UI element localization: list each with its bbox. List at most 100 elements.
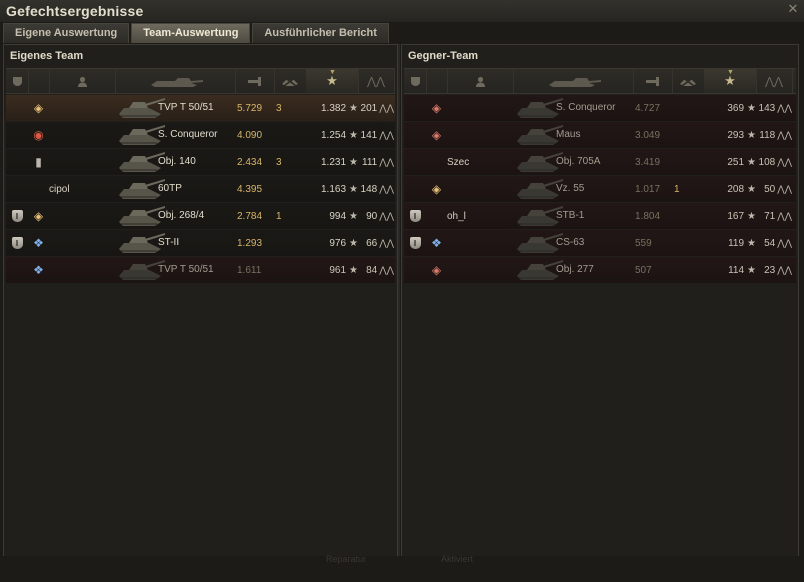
own-damage-column-icon[interactable] — [235, 69, 275, 93]
frags-value — [274, 257, 308, 283]
tank-cell: S. Conqueror — [513, 95, 633, 121]
damage-value: 4.090 — [237, 129, 263, 141]
own-points-column-laurel-icon[interactable]: ⋀⋀ — [358, 69, 395, 93]
enemy-platoon-column-icon[interactable] — [404, 69, 427, 93]
xp-value: 976 — [329, 237, 347, 249]
star-icon: ★ — [349, 129, 358, 141]
points-value: 71 — [764, 210, 776, 222]
enemy-xp-column-star-icon[interactable]: ★ ▼ — [704, 69, 757, 93]
frags-value: 3 — [276, 102, 282, 114]
laurel-icon: ⋀⋀ — [379, 102, 394, 113]
rank-cell: ◈ — [426, 95, 447, 121]
tank-cell: S. Conqueror — [115, 122, 235, 148]
player-name[interactable]: Szec — [447, 149, 513, 175]
player-name[interactable] — [49, 149, 115, 175]
platoon-shield-icon: I — [11, 210, 23, 222]
table-row[interactable]: ▮ Obj. 140 2.434 3 1.231 ★ 111 ⋀⋀ — [6, 149, 395, 175]
table-row[interactable]: ◈ Vz. 55 1.017 1 208 ★ 50 ⋀⋀ — [404, 176, 796, 202]
tank-cell: Maus — [513, 122, 633, 148]
rank-cell: ❖ — [28, 230, 49, 256]
points-cell: 111 ⋀⋀ — [358, 149, 394, 175]
xp-value: 114 — [728, 264, 745, 276]
player-name[interactable]: cipol — [49, 176, 115, 202]
points-cell: 66 ⋀⋀ — [358, 230, 394, 256]
own-destroyed-column-icon[interactable] — [274, 69, 307, 93]
player-name[interactable] — [49, 95, 115, 121]
tab-team-auswertung[interactable]: Team-Auswertung — [131, 23, 251, 43]
xp-value: 208 — [727, 183, 745, 195]
tank-name: Maus — [556, 129, 581, 140]
own-player-column-icon[interactable] — [49, 69, 116, 93]
player-name[interactable] — [447, 122, 513, 148]
own-rank-column-header[interactable] — [28, 69, 50, 93]
enemy-points-column-laurel-icon[interactable]: ⋀⋀ — [756, 69, 793, 93]
damage-value: 1.804 — [635, 210, 661, 222]
xp-cell: 208 ★ — [704, 176, 756, 202]
table-row[interactable]: ◈ TVP T 50/51 5.729 3 1.382 ★ 201 ⋀⋀ — [6, 95, 395, 121]
xp-value: 1.382 — [321, 102, 347, 114]
player-name[interactable] — [447, 230, 513, 256]
table-row[interactable]: I ❖ CS-63 559 119 ★ 54 ⋀⋀ — [404, 230, 796, 256]
player-name[interactable] — [447, 95, 513, 121]
laurel-icon: ⋀⋀ — [379, 264, 394, 275]
table-row[interactable]: ◈ Obj. 277 507 114 ★ 23 ⋀⋀ — [404, 257, 796, 283]
laurel-icon: ⋀⋀ — [777, 102, 792, 113]
frags-value — [672, 149, 706, 175]
frags-value — [274, 122, 308, 148]
own-platoon-column-icon[interactable] — [6, 69, 29, 93]
table-row[interactable]: ◉ S. Conqueror 4.090 1.254 ★ 141 ⋀⋀ — [6, 122, 395, 148]
table-row[interactable]: ◈ Maus 3.049 293 ★ 118 ⋀⋀ — [404, 122, 796, 148]
own-xp-column-star-icon[interactable]: ★ ▼ — [306, 69, 359, 93]
enemy-destroyed-column-icon[interactable] — [672, 69, 705, 93]
table-row[interactable]: ❖ TVP T 50/51 1.611 961 ★ 84 ⋀⋀ — [6, 257, 395, 283]
close-icon[interactable]: ✕ — [786, 2, 800, 16]
xp-cell: 167 ★ — [704, 203, 756, 229]
own-team-rows: ◈ TVP T 50/51 5.729 3 1.382 ★ 201 ⋀⋀ ◉ S. Conquer… — [6, 95, 395, 284]
platoon-cell — [6, 149, 28, 175]
xp-cell: 114 ★ — [704, 257, 756, 283]
frags-value: 1 — [674, 183, 680, 195]
tank-cell: Obj. 268/4 — [115, 203, 235, 229]
rank-cell — [426, 149, 447, 175]
table-row[interactable]: cipol 60TP 4.395 1.163 ★ 148 ⋀⋀ — [6, 176, 395, 202]
player-name[interactable] — [49, 257, 115, 283]
sort-arrow-icon: ▼ — [727, 69, 734, 76]
platoon-cell: I — [404, 230, 426, 256]
points-cell: 118 ⋀⋀ — [756, 122, 792, 148]
enemy-damage-column-icon[interactable] — [633, 69, 673, 93]
player-name[interactable] — [49, 203, 115, 229]
player-name[interactable] — [447, 176, 513, 202]
table-row[interactable]: I ❖ ST-II 1.293 976 ★ 66 ⋀⋀ — [6, 230, 395, 256]
rank-cell: ❖ — [426, 230, 447, 256]
star-icon: ★ — [747, 156, 756, 168]
player-name[interactable]: oh_l — [447, 203, 513, 229]
activated-button[interactable]: Aktiviert — [441, 554, 473, 564]
tab-ausfuehrlicher-bericht[interactable]: Ausführlicher Bericht — [252, 23, 389, 43]
damage-value: 2.434 — [237, 156, 263, 168]
player-name[interactable] — [447, 257, 513, 283]
star-icon: ★ — [349, 156, 358, 168]
enemy-player-column-icon[interactable] — [447, 69, 514, 93]
table-row[interactable]: I ◈ Obj. 268/4 2.784 1 994 ★ 90 ⋀⋀ — [6, 203, 395, 229]
damage-value: 507 — [635, 264, 652, 276]
own-tank-column-icon[interactable] — [115, 69, 236, 93]
star-icon: ★ — [349, 183, 358, 195]
table-row[interactable]: Ioh_l STB-1 1.804 167 ★ 71 ⋀⋀ — [404, 203, 796, 229]
tank-name: S. Conqueror — [158, 129, 218, 140]
table-row[interactable]: Szec Obj. 705A 3.419 251 ★ 108 ⋀⋀ — [404, 149, 796, 175]
points-value: 118 — [759, 129, 776, 141]
laurel-icon: ⋀⋀ — [777, 264, 792, 275]
enemy-rank-column-header[interactable] — [426, 69, 448, 93]
rank-cell: ◈ — [426, 176, 447, 202]
table-row[interactable]: ◈ S. Conqueror 4.727 369 ★ 143 ⋀⋀ — [404, 95, 796, 121]
laurel-icon: ⋀⋀ — [379, 156, 394, 167]
repair-button[interactable]: Reparatur — [326, 554, 366, 564]
points-value: 141 — [360, 129, 378, 141]
platoon-cell — [404, 176, 426, 202]
platoon-cell: I — [404, 203, 426, 229]
player-name[interactable] — [49, 122, 115, 148]
player-name[interactable] — [49, 230, 115, 256]
enemy-tank-column-icon[interactable] — [513, 69, 634, 93]
tab-eigene-auswertung[interactable]: Eigene Auswertung — [3, 23, 130, 43]
panel-divider — [398, 44, 400, 556]
